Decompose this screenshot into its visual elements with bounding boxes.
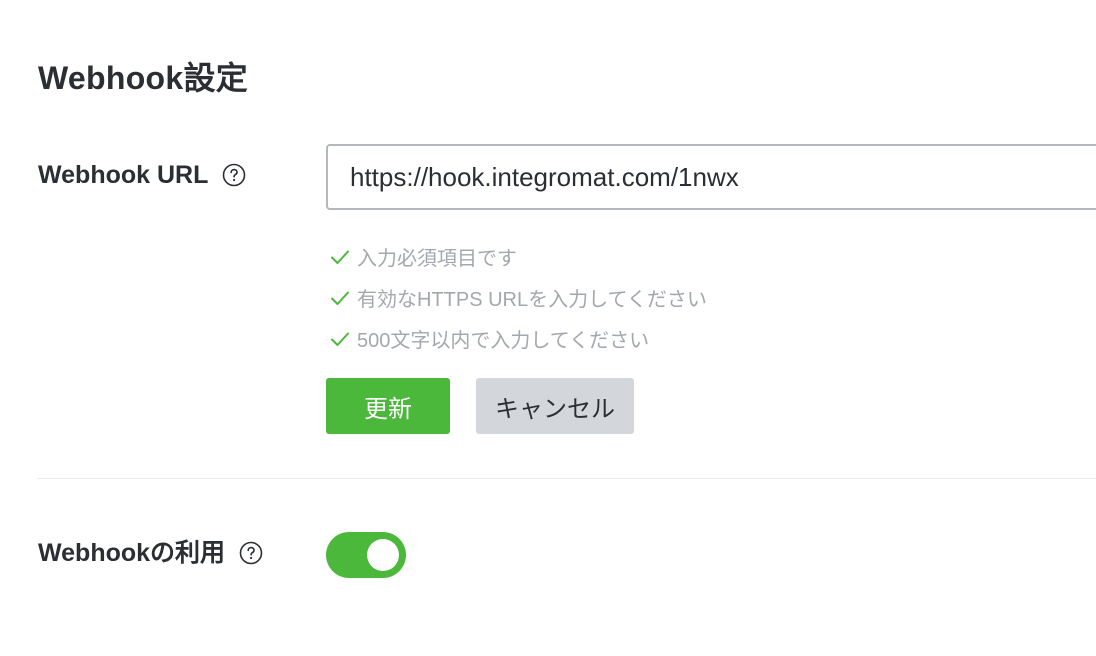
webhook-url-label: Webhook URL [38, 161, 209, 189]
validation-rules: 入力必須項目です 有効なHTTPS URLを入力してください 500文字以内で入… [329, 236, 707, 359]
webhook-url-row-label: Webhook URL [38, 159, 246, 191]
validation-rule-length: 500文字以内で入力してください [329, 318, 707, 359]
section-divider [38, 478, 1096, 479]
question-circle-icon[interactable] [222, 163, 246, 187]
validation-rule-text: 500文字以内で入力してください [357, 330, 650, 352]
validation-rule-text: 有効なHTTPS URLを入力してください [357, 289, 707, 311]
question-circle-icon[interactable] [239, 541, 263, 565]
check-icon [329, 328, 351, 350]
validation-rule-text: 入力必須項目です [357, 248, 517, 270]
cancel-button[interactable]: キャンセル [476, 378, 634, 434]
webhook-url-input[interactable] [328, 146, 1096, 208]
validation-rule-required: 入力必須項目です [329, 236, 707, 277]
toggle-knob [367, 539, 399, 571]
validation-rule-https: 有効なHTTPS URLを入力してください [329, 277, 707, 318]
webhook-use-toggle[interactable] [326, 532, 406, 578]
webhook-settings-page: Webhook設定 Webhook URL 入力必須項目です 有効なHTTPS … [0, 0, 1096, 656]
section-title: Webhook設定 [38, 60, 249, 96]
check-icon [329, 246, 351, 268]
check-icon [329, 287, 351, 309]
update-button[interactable]: 更新 [326, 378, 450, 434]
webhook-use-row-label: Webhookの利用 [38, 537, 263, 569]
webhook-use-label: Webhookの利用 [38, 539, 226, 567]
webhook-url-field [326, 144, 1096, 210]
